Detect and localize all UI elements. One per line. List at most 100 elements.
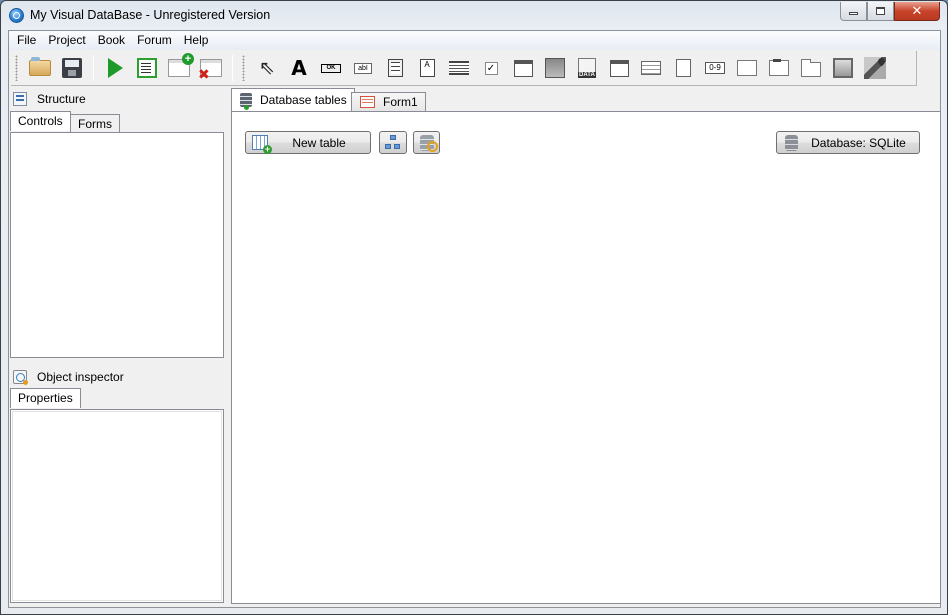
tool-rich-text[interactable]: A [411,53,443,83]
tool-data-file[interactable] [571,53,603,83]
folder-icon [29,57,51,76]
app-logo-icon [9,8,24,23]
play-icon [107,58,123,78]
structure-icon [13,92,27,106]
close-button[interactable]: ✕ [894,2,940,21]
menu-bar: File Project Book Forum Help [9,31,940,50]
close-icon: ✕ [911,3,923,18]
tool-group-box[interactable] [763,53,795,83]
inspector-title: Object inspector [37,370,124,384]
group-box-icon [769,59,789,76]
db-image-icon [545,58,565,78]
panel-icon [737,60,757,76]
floppy-disk-icon [62,58,82,78]
tool-table-grid[interactable] [635,53,667,83]
picture-icon [833,58,853,78]
object-inspector-icon [13,370,28,385]
structure-title: Structure [37,92,86,106]
maximize-button[interactable] [867,2,894,21]
checkbox-icon: ✓ [484,61,498,75]
map-icon [864,57,886,79]
new-table-icon [252,135,272,154]
tool-date-picker[interactable] [603,53,635,83]
numeric-icon: 0-9 [705,62,725,74]
cursor-arrow-icon: ⇖ [259,57,275,79]
toolbar: + ✖ ⇖ A OK abI A ✓ 0-9 [11,51,917,86]
title-bar: My Visual DataBase - Unregistered Versio… [1,1,947,30]
toolbar-separator [232,55,233,81]
tool-memo[interactable] [379,53,411,83]
tool-panel[interactable] [731,53,763,83]
main-tab-control: Database tables Form1 New table [231,88,941,608]
database-server-icon [240,93,252,110]
menu-project[interactable]: Project [42,31,91,50]
minimize-icon [849,12,858,15]
tool-tree-view[interactable] [667,53,699,83]
save-project-button[interactable] [56,53,88,83]
menu-file[interactable]: File [11,31,42,50]
form-properties-button[interactable] [131,53,163,83]
form-icon [360,96,375,108]
properties-grid[interactable] [10,409,224,603]
tree-view-icon [675,59,691,77]
structure-tree[interactable] [10,132,224,358]
tab-forms[interactable]: Forms [70,114,120,132]
new-table-label: New table [292,135,346,150]
tool-pointer[interactable]: ⇖ [251,53,283,83]
minimize-button[interactable] [840,2,867,21]
tool-edit[interactable]: abI [347,53,379,83]
inspector-panel-header: Object inspector [13,370,124,385]
combobox-icon [449,61,469,75]
database-type-button[interactable]: Database: SQLite [776,131,920,154]
toolbar-grip[interactable] [15,55,18,81]
tool-datetime[interactable] [507,53,539,83]
database-key-icon [419,134,438,152]
relations-hierarchy-icon [385,134,401,151]
tool-map[interactable] [859,53,891,83]
database-settings-button[interactable] [413,131,440,154]
open-project-button[interactable] [24,53,56,83]
delete-form-button[interactable]: ✖ [195,53,227,83]
table-grid-icon [641,61,661,75]
tool-db-image[interactable] [539,53,571,83]
window-add-icon: + [168,53,194,77]
memo-icon [387,59,403,77]
tab-form1-label: Form1 [383,95,418,109]
tool-page-control[interactable] [795,53,827,83]
window-title: My Visual DataBase - Unregistered Versio… [30,8,271,22]
maximize-icon [876,7,885,15]
rich-text-icon: A [419,59,435,77]
window-controls: ✕ [840,2,940,21]
tool-combobox[interactable] [443,53,475,83]
client-area: File Project Book Forum Help + ✖ ⇖ A OK … [8,30,941,608]
window-delete-icon: ✖ [198,59,222,81]
menu-book[interactable]: Book [92,31,131,50]
tool-label[interactable]: A [283,53,315,83]
calendar-icon [513,59,533,77]
database-type-label: Database: SQLite [811,135,906,150]
database-tables-canvas[interactable]: New table Database: SQLite [231,111,941,604]
new-table-button[interactable]: New table [245,131,371,154]
tab-database-tables[interactable]: Database tables [231,88,355,111]
tool-button[interactable]: OK [315,53,347,83]
add-form-button[interactable]: + [163,53,195,83]
page-control-icon [801,58,821,77]
tab-database-tables-label: Database tables [260,93,347,107]
tab-form1[interactable]: Form1 [351,92,426,111]
structure-panel-header: Structure [13,92,86,106]
menu-help[interactable]: Help [178,31,215,50]
calendar-grid-icon [609,59,629,77]
tab-controls[interactable]: Controls [10,111,71,131]
relations-button[interactable] [379,131,407,154]
toolbar-grip[interactable] [242,55,245,81]
label-A-icon: A [291,56,307,80]
tool-checkbox[interactable]: ✓ [475,53,507,83]
data-file-icon [578,58,596,78]
menu-forum[interactable]: Forum [131,31,178,50]
form-list-icon [137,58,157,78]
tool-numeric-edit[interactable]: 0-9 [699,53,731,83]
textbox-icon: abI [354,62,372,74]
tool-image[interactable] [827,53,859,83]
tab-properties[interactable]: Properties [10,388,81,408]
run-project-button[interactable] [99,53,131,83]
